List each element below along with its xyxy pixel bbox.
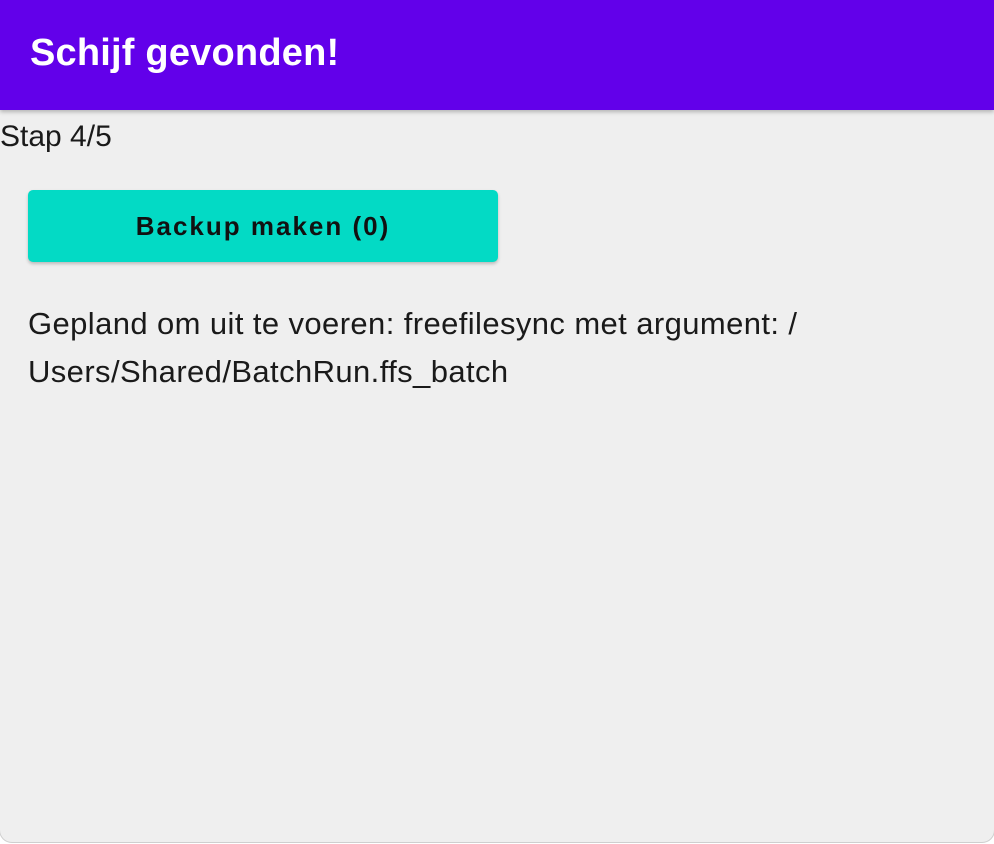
app-bar: Schijf gevonden!	[0, 0, 994, 110]
backup-button[interactable]: Backup maken (0)	[28, 190, 498, 262]
step-indicator: Stap 4/5	[0, 120, 112, 153]
app-window: Schijf gevonden! Stap 4/5 Backup maken (…	[0, 0, 994, 842]
page-title: Schijf gevonden!	[30, 31, 340, 74]
scheduled-text-line-2: Users/Shared/BatchRun.ffs_batch	[28, 354, 509, 389]
scheduled-command-text: Gepland om uit te voeren: freefilesync m…	[28, 300, 958, 396]
scheduled-text-line-1: Gepland om uit te voeren: freefilesync m…	[28, 306, 798, 341]
